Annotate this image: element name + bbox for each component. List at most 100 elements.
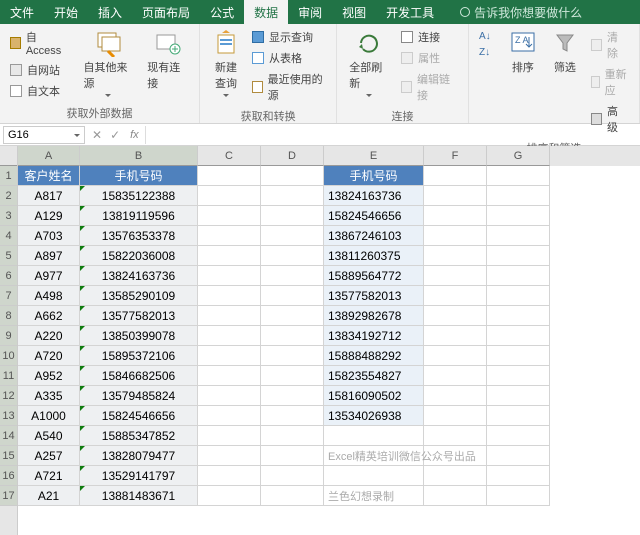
row-header[interactable]: 16 — [0, 466, 17, 486]
cell-C15[interactable] — [198, 446, 261, 466]
cell-B4[interactable]: 13576353378 — [80, 226, 198, 246]
cell-E10[interactable]: 15888488292 — [324, 346, 424, 366]
cell-F5[interactable] — [424, 246, 487, 266]
cell-F6[interactable] — [424, 266, 487, 286]
cell-G9[interactable] — [487, 326, 550, 346]
cell-E14[interactable] — [324, 426, 424, 446]
cell-B17[interactable]: 13881483671 — [80, 486, 198, 506]
tab-review[interactable]: 审阅 — [288, 0, 332, 24]
cell-D7[interactable] — [261, 286, 324, 306]
from-web-button[interactable]: 自网站 — [8, 60, 74, 80]
cell-A8[interactable]: A662 — [18, 306, 80, 326]
cell-F15[interactable] — [424, 446, 487, 466]
cell-A5[interactable]: A897 — [18, 246, 80, 266]
cell-C2[interactable] — [198, 186, 261, 206]
connections-button[interactable]: 连接 — [399, 27, 460, 47]
cell-B12[interactable]: 13579485824 — [80, 386, 198, 406]
row-header[interactable]: 10 — [0, 346, 17, 366]
col-header-E[interactable]: E — [324, 146, 424, 166]
cell-E4[interactable]: 13867246103 — [324, 226, 424, 246]
cell-B9[interactable]: 13850399078 — [80, 326, 198, 346]
sort-asc-button[interactable]: A↓ — [477, 27, 499, 43]
cell-B2[interactable]: 15835122388 — [80, 186, 198, 206]
cell-F10[interactable] — [424, 346, 487, 366]
cell-E8[interactable]: 13892982678 — [324, 306, 424, 326]
cell-F16[interactable] — [424, 466, 487, 486]
cell-D8[interactable] — [261, 306, 324, 326]
cell-D4[interactable] — [261, 226, 324, 246]
reapply-button[interactable]: 重新应 — [589, 64, 631, 100]
col-header-A[interactable]: A — [18, 146, 80, 166]
cell-B1[interactable]: 手机号码 — [80, 166, 198, 186]
cell-A11[interactable]: A952 — [18, 366, 80, 386]
cell-E9[interactable]: 13834192712 — [324, 326, 424, 346]
cell-E5[interactable]: 13811260375 — [324, 246, 424, 266]
cell-D6[interactable] — [261, 266, 324, 286]
row-header[interactable]: 17 — [0, 486, 17, 506]
cell-D15[interactable] — [261, 446, 324, 466]
cell-A9[interactable]: A220 — [18, 326, 80, 346]
cell-C10[interactable] — [198, 346, 261, 366]
cell-G4[interactable] — [487, 226, 550, 246]
tab-view[interactable]: 视图 — [332, 0, 376, 24]
cell-C12[interactable] — [198, 386, 261, 406]
cell-C11[interactable] — [198, 366, 261, 386]
cell-F9[interactable] — [424, 326, 487, 346]
cell-C3[interactable] — [198, 206, 261, 226]
cell-G8[interactable] — [487, 306, 550, 326]
cell-G11[interactable] — [487, 366, 550, 386]
cell-G1[interactable] — [487, 166, 550, 186]
cell-F3[interactable] — [424, 206, 487, 226]
cell-D10[interactable] — [261, 346, 324, 366]
cell-E17[interactable]: 兰色幻想录制 — [324, 486, 424, 506]
cell-E11[interactable]: 15823554827 — [324, 366, 424, 386]
new-query-button[interactable]: 新建 查询 — [208, 27, 244, 99]
cell-E3[interactable]: 15824546656 — [324, 206, 424, 226]
cell-F2[interactable] — [424, 186, 487, 206]
cell-B13[interactable]: 15824546656 — [80, 406, 198, 426]
sort-desc-button[interactable]: Z↓ — [477, 43, 499, 59]
cell-D5[interactable] — [261, 246, 324, 266]
tab-layout[interactable]: 页面布局 — [132, 0, 200, 24]
cell-D9[interactable] — [261, 326, 324, 346]
row-header[interactable]: 13 — [0, 406, 17, 426]
col-header-F[interactable]: F — [424, 146, 487, 166]
cell-B8[interactable]: 13577582013 — [80, 306, 198, 326]
row-header[interactable]: 15 — [0, 446, 17, 466]
row-header[interactable]: 5 — [0, 246, 17, 266]
tab-data[interactable]: 数据 — [244, 0, 288, 24]
cell-G13[interactable] — [487, 406, 550, 426]
cell-F12[interactable] — [424, 386, 487, 406]
cell-G10[interactable] — [487, 346, 550, 366]
properties-button[interactable]: 属性 — [399, 48, 460, 68]
cell-A15[interactable]: A257 — [18, 446, 80, 466]
fx-icon[interactable]: fx — [124, 129, 145, 141]
cell-B5[interactable]: 15822036008 — [80, 246, 198, 266]
cell-C1[interactable] — [198, 166, 261, 186]
cell-E1[interactable]: 手机号码 — [324, 166, 424, 186]
cell-D3[interactable] — [261, 206, 324, 226]
cell-E16[interactable] — [324, 466, 424, 486]
cell-D1[interactable] — [261, 166, 324, 186]
cell-A14[interactable]: A540 — [18, 426, 80, 446]
cell-D12[interactable] — [261, 386, 324, 406]
from-access-button[interactable]: 自 Access — [8, 27, 74, 59]
cell-D11[interactable] — [261, 366, 324, 386]
name-box[interactable]: G16 — [3, 126, 85, 144]
row-header[interactable]: 4 — [0, 226, 17, 246]
row-header[interactable]: 14 — [0, 426, 17, 446]
cell-F17[interactable] — [424, 486, 487, 506]
cell-G15[interactable] — [487, 446, 550, 466]
cell-G16[interactable] — [487, 466, 550, 486]
cell-A6[interactable]: A977 — [18, 266, 80, 286]
cell-E13[interactable]: 13534026938 — [324, 406, 424, 426]
cell-A1[interactable]: 客户姓名 — [18, 166, 80, 186]
cell-C4[interactable] — [198, 226, 261, 246]
select-all-corner[interactable] — [0, 146, 17, 166]
cell-G3[interactable] — [487, 206, 550, 226]
cell-E15[interactable]: Excel精英培训微信公众号出品 — [324, 446, 424, 466]
cell-G17[interactable] — [487, 486, 550, 506]
from-table-button[interactable]: 从表格 — [250, 48, 328, 68]
tab-file[interactable]: 文件 — [0, 0, 44, 24]
col-header-C[interactable]: C — [198, 146, 261, 166]
